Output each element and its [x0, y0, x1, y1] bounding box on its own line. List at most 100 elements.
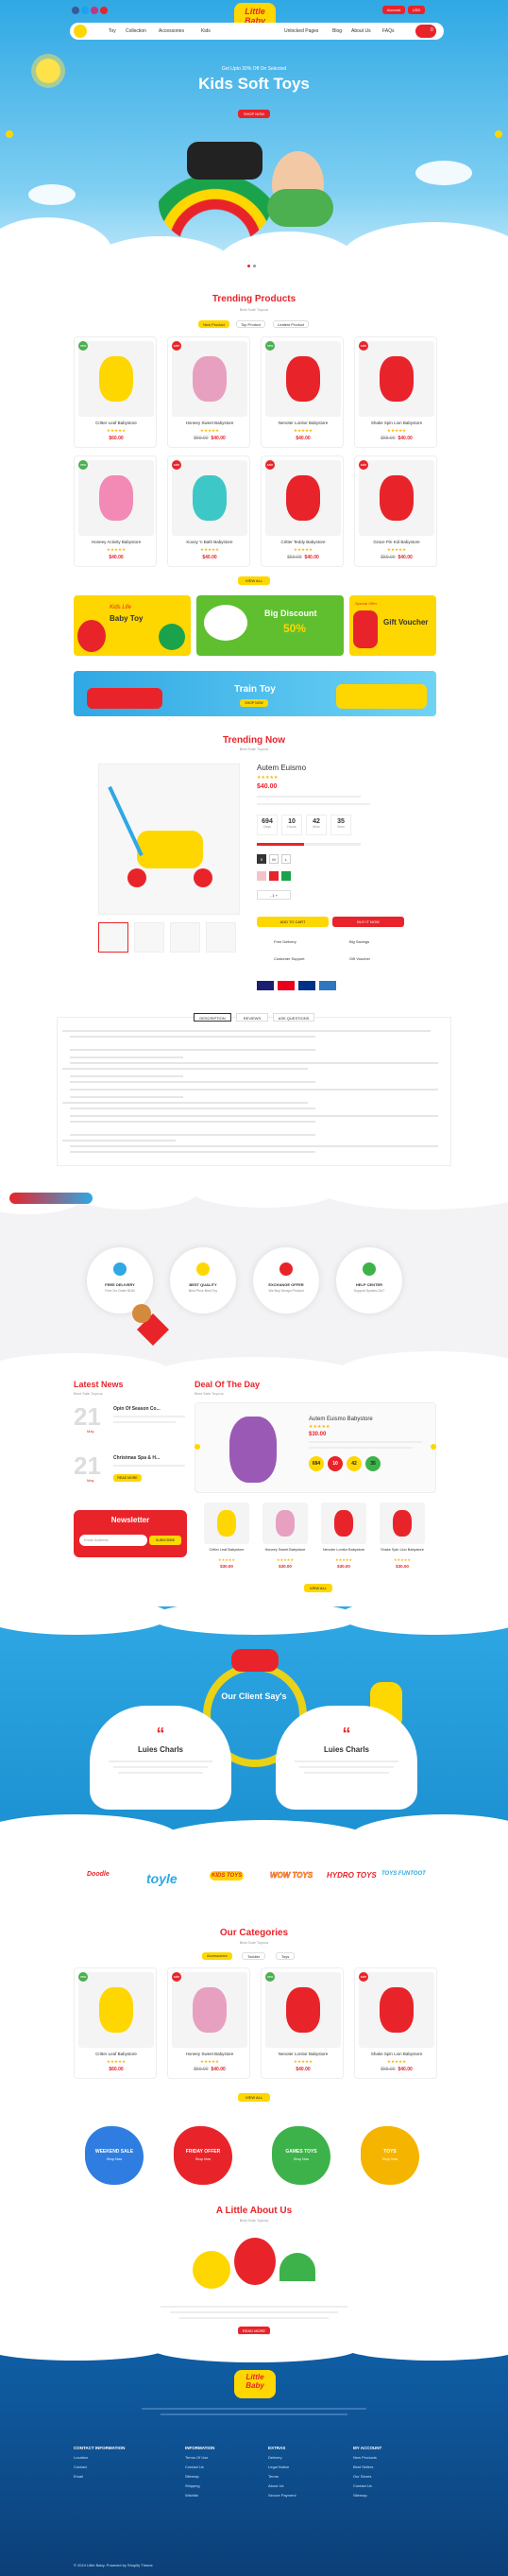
buy-now-button[interactable]: BUY IT NOW [332, 917, 404, 927]
slider-next-arrow[interactable] [495, 130, 502, 138]
brand-logo[interactable]: WOW TOYS [270, 1871, 313, 1880]
footer-link[interactable]: Location [74, 2455, 125, 2460]
footer-link[interactable]: Contact Us [353, 2483, 381, 2488]
product-image[interactable] [172, 341, 247, 417]
category-product-card[interactable]: sale Shake Spin Lion Babystore ★★★★★ $55… [354, 1967, 437, 2079]
tab-new-product[interactable]: New Product [198, 320, 229, 328]
categories-view-all[interactable]: VIEW ALL [238, 2093, 270, 2102]
tab-toys[interactable]: Toys [276, 1952, 296, 1960]
deal-mini-card[interactable]: Honeey Sweet Babystore ★★★★★ $30.00 [259, 1503, 312, 1576]
product-image[interactable] [78, 460, 154, 536]
product-image[interactable] [78, 341, 154, 417]
footer-link[interactable]: Terms Of Use [185, 2455, 214, 2460]
currency-select[interactable]: USD [408, 6, 425, 14]
nav-item-unlocked-pages[interactable]: Unlocked Pages [284, 28, 318, 34]
add-to-cart-button[interactable]: ADD TO CART [257, 917, 329, 927]
product-name[interactable]: Shake Spin Lion Babystore [355, 421, 438, 425]
footer-link[interactable]: Sitemap [353, 2493, 381, 2498]
nav-item-accessories[interactable]: Accessories [159, 28, 184, 34]
product-name[interactable]: Koosy 'n Bath Babystore [168, 540, 251, 544]
mini-product-name[interactable]: Honeey Sweet Babystore [259, 1548, 312, 1552]
trending-view-all[interactable]: VIEW ALL [238, 576, 270, 585]
color-swatch-pink[interactable] [257, 871, 266, 881]
size-m[interactable]: M [269, 854, 279, 864]
footer-link[interactable]: Best Sellers [353, 2464, 381, 2469]
news-item-2[interactable]: 21 May Christmas Spa & H... READ MORE [74, 1451, 187, 1493]
nav-item-blog[interactable]: Blog [332, 28, 342, 34]
product-name[interactable]: Honeey Sweet Babystore [168, 2052, 251, 2056]
product-name[interactable]: Critter Leaf Babystore [75, 421, 158, 425]
footer-link[interactable]: Shipping [185, 2483, 214, 2488]
footer-link[interactable]: Terms [268, 2474, 296, 2479]
hero-shop-button[interactable]: SHOP NOW [238, 110, 270, 118]
product-image[interactable] [265, 460, 341, 536]
product-card[interactable]: new Nenoter Lonitor Babystore ★★★★★ $40.… [261, 336, 344, 448]
search-icon[interactable] [74, 25, 87, 38]
slider-prev-arrow[interactable] [6, 130, 13, 138]
twitter-icon[interactable] [81, 7, 89, 14]
deal-mini-card[interactable]: Shake Spin Lion Babystore ★★★★★ $30.00 [376, 1503, 429, 1576]
product-image[interactable] [172, 1972, 247, 2048]
deal-mini-card[interactable]: Nenoter Lonitor Babystore ★★★★★ $30.00 [317, 1503, 370, 1576]
footer-link[interactable]: Email [74, 2474, 125, 2479]
banner-baby-toy[interactable]: Kids Life Baby Toy [74, 595, 191, 656]
subscribe-button[interactable]: SUBSCRIBE [149, 1536, 181, 1545]
nav-item-toy[interactable]: Toy [109, 28, 116, 34]
category-product-card[interactable]: new Nenoter Lonitor Babystore ★★★★★ $40.… [261, 1967, 344, 2079]
brand-logo[interactable]: Doodle [87, 1871, 110, 1878]
brand-logo[interactable]: TOYS FUNTOOT [381, 1871, 426, 1877]
product-card[interactable]: sale Koosy 'n Bath Babystore ★★★★★ $40.0… [167, 455, 250, 567]
promo-link[interactable]: Shop Now [174, 2157, 232, 2161]
newsletter-email-input[interactable]: Email Address [79, 1535, 147, 1546]
promo-link[interactable]: Shop Now [361, 2157, 419, 2161]
read-more-button[interactable]: READ MORE [113, 1474, 142, 1482]
product-card[interactable]: new Honeey Activity Babystore ★★★★★ $40.… [74, 455, 157, 567]
promo-link[interactable]: Shop Now [85, 2157, 144, 2161]
color-swatch-red[interactable] [269, 871, 279, 881]
promo-friday-offer[interactable]: FRIDAY OFFER Shop Now [174, 2126, 232, 2185]
banner-big-discount[interactable]: Big Discount 50% [196, 595, 344, 656]
footer-link[interactable]: Delivery [268, 2455, 296, 2460]
product-card[interactable]: sale Honeey Sweet Babystore ★★★★★ $50.00… [167, 336, 250, 448]
promo-link[interactable]: Shop Now [272, 2157, 330, 2161]
product-name[interactable]: Honeey Sweet Babystore [168, 421, 251, 425]
deal-prev-arrow[interactable] [195, 1444, 200, 1450]
slider-dots[interactable] [247, 265, 261, 267]
footer-link[interactable]: About Us [268, 2483, 296, 2488]
footer-link[interactable]: Secure Payment [268, 2493, 296, 2498]
facebook-icon[interactable] [72, 7, 79, 14]
tab-top-product[interactable]: Top Product [236, 320, 266, 328]
product-image[interactable] [359, 460, 434, 536]
tab-description[interactable]: DESCRIPTION [194, 1013, 231, 1022]
deal-product-name[interactable]: Autem Euismo Babystore [309, 1417, 373, 1422]
size-l[interactable]: L [281, 854, 291, 864]
nav-item-collection[interactable]: Collection [126, 28, 146, 34]
tab-ask-questions[interactable]: ASK QUESTIONS [273, 1013, 314, 1022]
deal-mini-card[interactable]: Critter Leaf Babystore ★★★★★ $30.00 [200, 1503, 253, 1576]
mini-product-name[interactable]: Shake Spin Lion Babystore [376, 1548, 429, 1552]
deal-next-arrow[interactable] [431, 1444, 436, 1450]
promo-weekend-sale[interactable]: WEEKEND SALE Shop Now [85, 2126, 144, 2185]
product-image[interactable] [359, 1972, 434, 2048]
product-card[interactable]: sale Grace Pin Kid Babystore ★★★★★ $50.0… [354, 455, 437, 567]
footer-link[interactable]: Our Stores [353, 2474, 381, 2479]
tab-latest-product[interactable]: Leatest Product [273, 320, 310, 328]
size-s[interactable]: S [257, 854, 266, 864]
tab-reviews[interactable]: REVIEWS [236, 1013, 268, 1022]
account-button[interactable]: Account [382, 6, 405, 14]
banner-train-button[interactable]: SHOP NOW [240, 699, 268, 707]
product-name[interactable]: Critter Teddy Babystore [262, 540, 345, 544]
banner-gift-voucher[interactable]: Special Offer Gift Voucher [349, 595, 436, 656]
nav-item-about[interactable]: About Us [351, 28, 371, 34]
news-headline[interactable]: Opin Of Season Co... [113, 1406, 161, 1412]
nav-item-faqs[interactable]: FAQs [382, 28, 395, 34]
product-image[interactable] [172, 460, 247, 536]
promo-toys[interactable]: TOYS Shop Now [361, 2126, 419, 2185]
category-product-card[interactable]: new Critter Leaf Babystore ★★★★★ $60.00 [74, 1967, 157, 2079]
tab-toddler[interactable]: Toddler [242, 1952, 266, 1960]
footer-link[interactable]: Sitemap [185, 2474, 214, 2479]
product-name[interactable]: Grace Pin Kid Babystore [355, 540, 438, 544]
tab-accessories[interactable]: Accessories [202, 1952, 232, 1960]
footer-link[interactable]: Legal Notice [268, 2464, 296, 2469]
product-name[interactable]: Nenoter Lonitor Babystore [262, 421, 345, 425]
